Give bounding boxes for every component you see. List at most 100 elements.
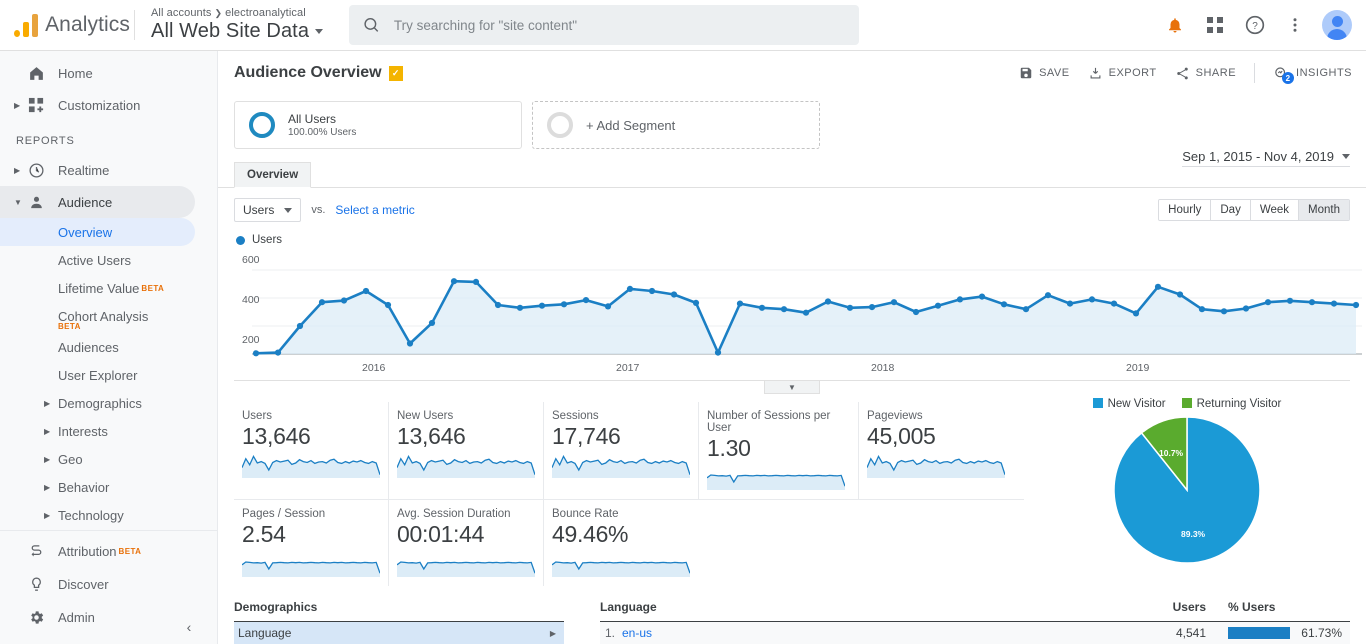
metric-card-avg-session-duration[interactable]: Avg. Session Duration 00:01:44 [389, 500, 544, 585]
sidebar-item-geo[interactable]: ▶Geo [0, 445, 217, 473]
breadcrumb-separator: ❯ [215, 8, 223, 18]
granularity-month[interactable]: Month [1299, 200, 1349, 220]
y-tick-400: 400 [242, 294, 260, 306]
metric-value: 2.54 [242, 521, 378, 547]
row-users: 4,541 [1140, 626, 1206, 640]
sidebar-item-customization[interactable]: ▶ Customization [0, 89, 217, 121]
chart-legend: Users [218, 222, 1366, 246]
main-content: Audience Overview SAVE EXPORT SHARE [218, 51, 1366, 644]
sidebar-subitem-label: Demographics [58, 396, 142, 411]
apps-grid-icon[interactable] [1202, 12, 1228, 38]
sidebar-item-active-users[interactable]: Active Users [0, 246, 217, 274]
metric-card-bounce-rate[interactable]: Bounce Rate 49.46% [544, 500, 699, 585]
chevron-right-icon: ▶ [44, 511, 50, 520]
analytics-logo-area[interactable]: Analytics [0, 13, 130, 37]
view-name[interactable]: All Web Site Data [151, 20, 323, 43]
line-chart-svg [252, 250, 1362, 374]
header-actions: SAVE EXPORT SHARE 2 INSIGHTS [1019, 63, 1352, 83]
metric-card-new-users[interactable]: New Users 13,646 [389, 402, 544, 499]
sidebar-item-realtime[interactable]: ▶ Realtime [0, 154, 217, 186]
sidebar-item-discover[interactable]: Discover [0, 568, 217, 601]
breadcrumb-accounts: All accounts [151, 7, 212, 19]
metric-label: New Users [397, 410, 533, 422]
chart-controls: Users vs. Select a metric Hourly Day Wee… [218, 188, 1366, 222]
chevron-down-icon [315, 29, 323, 34]
sidebar-item-attribution[interactable]: AttributionBETA [0, 535, 217, 568]
sidebar-item-lifetime-value[interactable]: Lifetime ValueBETA [0, 274, 217, 302]
collapse-left-icon[interactable]: ‹ [176, 614, 202, 640]
table-row[interactable]: 1. en-us 4,541 61.73% [600, 622, 1350, 644]
pie-legend: New Visitor Returning Visitor [1093, 398, 1282, 410]
attribution-icon [28, 543, 58, 560]
search-bar[interactable] [349, 5, 859, 45]
sparkline [867, 452, 999, 481]
metric-card-pages-per-session[interactable]: Pages / Session 2.54 [234, 500, 389, 585]
help-icon[interactable]: ? [1242, 12, 1268, 38]
demographics-item-language[interactable]: Language ▶ [234, 622, 564, 644]
sidebar-item-label: Audience [58, 195, 112, 210]
metric-card-sessions[interactable]: Sessions 17,746 [544, 402, 699, 499]
legend-swatch-users [236, 236, 245, 245]
chevron-down-icon [284, 208, 292, 213]
sidebar: Home ▶ Customization REPORTS ▶ Realtime … [0, 51, 218, 644]
metric-label: Bounce Rate [552, 508, 689, 520]
sidebar-item-label: Customization [58, 98, 140, 113]
x-tick-2017: 2017 [616, 362, 639, 374]
granularity-hourly[interactable]: Hourly [1159, 200, 1211, 220]
insights-button[interactable]: 2 INSIGHTS [1273, 65, 1352, 81]
sidebar-section-reports: REPORTS [0, 121, 217, 154]
metric-label: Users [242, 410, 378, 422]
sidebar-item-mobile[interactable]: ▶Mobile [0, 529, 217, 530]
sidebar-item-interests[interactable]: ▶Interests [0, 417, 217, 445]
metric-card-pageviews[interactable]: Pageviews 45,005 [859, 402, 1009, 499]
chevron-right-icon: ▶ [14, 166, 28, 175]
metric-selector[interactable]: Users [234, 198, 301, 222]
sidebar-subitem-label: Interests [58, 424, 108, 439]
add-segment-button[interactable]: + Add Segment [532, 101, 820, 149]
granularity-day[interactable]: Day [1211, 200, 1250, 220]
analytics-logo-icon [14, 13, 34, 37]
bottom-panel: Demographics Language ▶ Country Language… [218, 596, 1366, 644]
sidebar-item-label: Discover [58, 577, 109, 592]
search-input[interactable] [394, 18, 845, 33]
user-avatar[interactable] [1322, 10, 1352, 40]
export-label: EXPORT [1109, 67, 1157, 79]
save-label: SAVE [1039, 67, 1070, 79]
metric-value: 00:01:44 [397, 521, 533, 547]
sidebar-item-technology[interactable]: ▶Technology [0, 501, 217, 529]
account-selector[interactable]: All accounts❯electroanalytical All Web S… [151, 7, 323, 43]
save-button[interactable]: SAVE [1019, 66, 1070, 80]
granularity-week[interactable]: Week [1251, 200, 1299, 220]
visitor-type-pie-chart[interactable]: New Visitor Returning Visitor 10.7% 89.3… [1024, 394, 1350, 586]
sidebar-item-user-explorer[interactable]: User Explorer [0, 361, 217, 389]
metric-card-sessions-per-user[interactable]: Number of Sessions per User 1.30 [699, 402, 859, 499]
home-icon [28, 65, 58, 82]
row-language[interactable]: en-us [622, 626, 1140, 640]
sidebar-item-overview[interactable]: Overview [0, 218, 195, 246]
row-index: 1. [600, 626, 622, 640]
users-line-chart[interactable]: 600 400 200 2016 2017 2018 2019 [234, 250, 1350, 380]
sidebar-item-home[interactable]: Home [0, 57, 217, 89]
notifications-icon[interactable] [1162, 12, 1188, 38]
select-metric-link[interactable]: Select a metric [335, 203, 414, 217]
sidebar-item-audience[interactable]: ▼ Audience [0, 186, 195, 218]
sidebar-item-demographics[interactable]: ▶Demographics [0, 389, 217, 417]
sparkline [242, 452, 378, 481]
date-range-picker[interactable]: Sep 1, 2015 - Nov 4, 2019 [1182, 149, 1350, 167]
chevron-right-icon: ▶ [14, 101, 28, 110]
sidebar-item-audiences[interactable]: Audiences [0, 333, 217, 361]
sidebar-item-cohort-analysis[interactable]: Cohort Analysis [0, 302, 217, 324]
metric-label: Pageviews [867, 410, 999, 422]
summary-row: Users 13,646 New Users 13,646 Sessions 1… [218, 394, 1366, 586]
chart-expand-handle[interactable]: ▼ [764, 381, 820, 394]
more-vert-icon[interactable] [1282, 12, 1308, 38]
share-button[interactable]: SHARE [1175, 66, 1236, 81]
tab-overview[interactable]: Overview [234, 162, 311, 188]
insights-label: INSIGHTS [1296, 67, 1352, 79]
demographics-column: Demographics Language ▶ Country [234, 596, 564, 644]
segment-all-users[interactable]: All Users 100.00% Users [234, 101, 522, 149]
insights-icon: 2 [1273, 65, 1290, 81]
metric-card-users[interactable]: Users 13,646 [234, 402, 389, 499]
sidebar-item-behavior[interactable]: ▶Behavior [0, 473, 217, 501]
export-button[interactable]: EXPORT [1088, 66, 1157, 81]
